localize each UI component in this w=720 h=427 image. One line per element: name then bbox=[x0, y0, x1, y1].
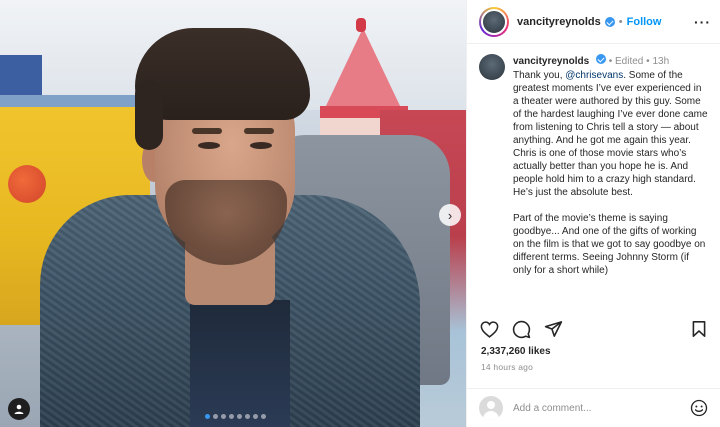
avatar bbox=[479, 396, 503, 420]
caption-avatar[interactable] bbox=[479, 54, 505, 80]
photo-subject bbox=[40, 20, 420, 427]
emoji-icon[interactable] bbox=[689, 398, 709, 418]
subject-brow bbox=[192, 128, 222, 134]
background-detail bbox=[0, 55, 42, 95]
caption-text: Thank you, @chrisevans. Some of the grea… bbox=[513, 69, 709, 277]
caption-section: vancityreynolds • Edited • 13h Thank you… bbox=[467, 48, 720, 310]
user-tag-icon[interactable] bbox=[8, 398, 30, 420]
comment-bar bbox=[467, 388, 720, 427]
post-media[interactable]: › bbox=[0, 0, 466, 427]
verified-badge-icon bbox=[604, 16, 615, 27]
comment-icon[interactable] bbox=[511, 319, 531, 339]
caption-text-part: Thank you, bbox=[513, 70, 566, 81]
subject-brow bbox=[244, 128, 274, 134]
caption-paragraph: Part of the movie’s theme is saying good… bbox=[513, 213, 706, 276]
subject-eye bbox=[250, 142, 272, 149]
action-bar bbox=[467, 316, 720, 342]
caption-meta: vancityreynolds • Edited • 13h bbox=[513, 54, 709, 68]
caption-text-part: . Some of the greatest moments I’ve ever… bbox=[513, 70, 708, 198]
carousel-dot bbox=[245, 414, 250, 419]
caption-time: 13h bbox=[652, 56, 670, 67]
edited-label: Edited bbox=[615, 56, 644, 67]
carousel-dot bbox=[205, 414, 210, 419]
heart-icon[interactable] bbox=[479, 319, 499, 339]
subject-hair bbox=[135, 80, 163, 150]
carousel-dot bbox=[221, 414, 226, 419]
comment-input[interactable] bbox=[513, 402, 673, 414]
post-side-panel: vancityreynolds • Follow ··· vancityreyn… bbox=[466, 0, 720, 427]
avatar[interactable] bbox=[479, 6, 509, 37]
post-timestamp: 14 hours ago bbox=[481, 362, 534, 372]
carousel-dot bbox=[261, 414, 266, 419]
share-icon[interactable] bbox=[543, 319, 563, 339]
header-username[interactable]: vancityreynolds bbox=[517, 16, 601, 28]
chevron-right-icon: › bbox=[447, 207, 453, 223]
separator-dot: • bbox=[646, 56, 650, 67]
follow-button[interactable]: Follow bbox=[627, 16, 662, 28]
separator-dot: • bbox=[618, 15, 623, 28]
mention-link[interactable]: @chrisevans bbox=[565, 70, 623, 81]
subject-eye bbox=[198, 142, 220, 149]
caption-username[interactable]: vancityreynolds bbox=[513, 56, 589, 67]
likes-count[interactable]: 2,337,260 likes bbox=[481, 346, 551, 357]
post-header: vancityreynolds • Follow ··· bbox=[467, 0, 720, 44]
carousel-next-button[interactable]: › bbox=[439, 204, 461, 226]
carousel-dot bbox=[229, 414, 234, 419]
verified-badge-icon bbox=[595, 54, 606, 64]
subject-shirt bbox=[190, 300, 290, 427]
more-options-icon[interactable]: ··· bbox=[694, 14, 711, 30]
user-tag-glyph bbox=[14, 404, 24, 414]
carousel-dot bbox=[213, 414, 218, 419]
carousel-dot bbox=[237, 414, 242, 419]
carousel-indicator bbox=[205, 414, 266, 419]
bookmark-icon[interactable] bbox=[689, 319, 709, 339]
carousel-dot bbox=[253, 414, 258, 419]
separator-dot: • bbox=[608, 56, 613, 67]
